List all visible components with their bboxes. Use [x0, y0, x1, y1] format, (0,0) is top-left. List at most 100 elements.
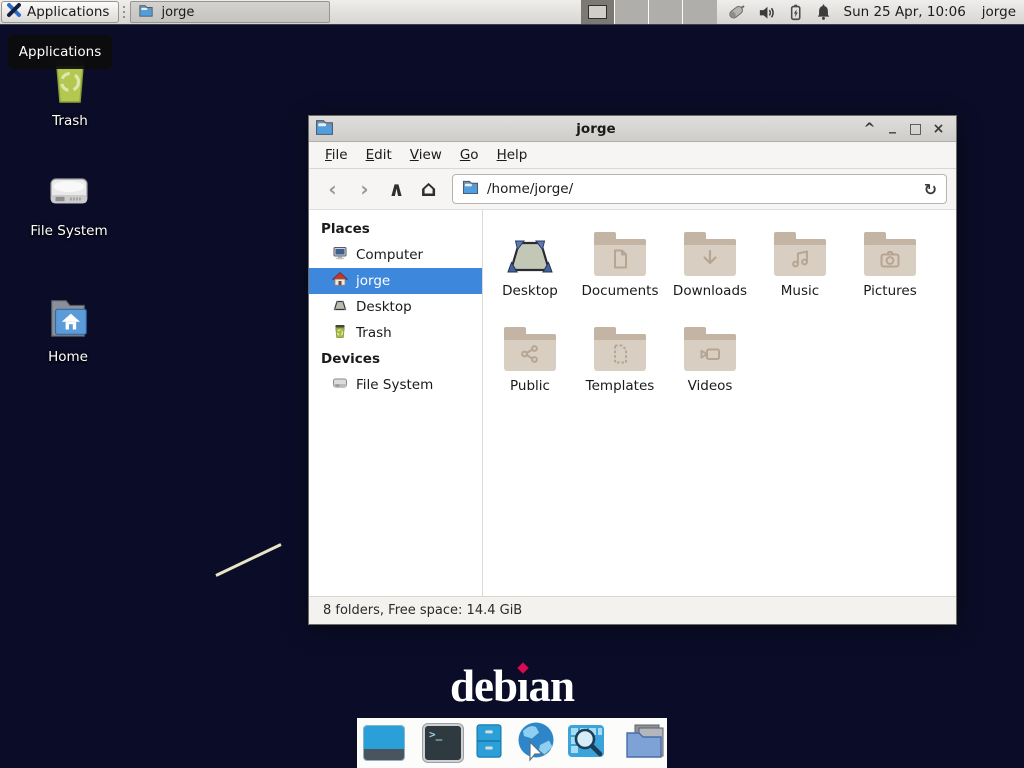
desktop-icon-label: Home	[48, 349, 88, 365]
workspace-switcher	[581, 0, 717, 24]
forward-button[interactable]: ›	[350, 175, 379, 204]
back-button[interactable]: ‹	[318, 175, 347, 204]
places-sidebar: Places Computer	[309, 210, 483, 596]
desktop-icon-label: Trash	[52, 113, 88, 129]
home-icon	[332, 271, 348, 291]
folder-item-public[interactable]: Public	[485, 314, 575, 409]
magnifier-grid-icon	[566, 721, 606, 765]
reload-icon[interactable]: ↻	[924, 180, 937, 199]
workspace-3[interactable]	[649, 0, 683, 24]
sidebar-header-devices: Devices	[309, 346, 482, 372]
folder-item-label: Documents	[582, 283, 659, 299]
computer-icon	[332, 245, 348, 265]
folder-item-videos[interactable]: Videos	[665, 314, 755, 409]
sidebar-item-desktop[interactable]: Desktop	[309, 294, 482, 320]
folder-icon	[684, 239, 736, 276]
workspace-1[interactable]	[581, 0, 615, 24]
close-button[interactable]: ×	[927, 121, 950, 137]
trash-small-icon	[332, 323, 348, 343]
show-desktop-button[interactable]	[363, 723, 405, 763]
folder-item-label: Downloads	[673, 283, 747, 299]
menu-help[interactable]: Help	[488, 144, 537, 166]
window-title: jorge	[334, 121, 858, 137]
folder-icon	[594, 334, 646, 371]
notification-bell-icon[interactable]	[815, 3, 832, 21]
folder-item-desktop[interactable]: Desktop	[485, 219, 575, 314]
taskbar-window-button[interactable]: jorge	[130, 1, 330, 23]
terminal-launcher[interactable]: >_	[423, 723, 463, 763]
path-text: /home/jorge/	[487, 181, 916, 197]
debian-logo-text: deb	[450, 661, 517, 711]
file-view[interactable]: Desktop Documents	[483, 210, 956, 596]
maximize-button[interactable]: □	[904, 121, 927, 137]
folder-icon	[774, 239, 826, 276]
applications-menu-button[interactable]: Applications	[1, 1, 119, 23]
path-bar[interactable]: /home/jorge/ ↻	[452, 174, 947, 204]
folder-item-downloads[interactable]: Downloads	[665, 219, 755, 314]
window-titlebar[interactable]: jorge ^ _ □ ×	[309, 116, 956, 142]
applications-tooltip: Applications	[8, 35, 112, 69]
desktop-pad-icon	[332, 297, 348, 317]
workspace-window-preview	[588, 5, 607, 19]
app-finder-launcher[interactable]	[566, 723, 606, 763]
folder-item-label: Pictures	[863, 283, 916, 299]
workspace-4[interactable]	[683, 0, 716, 24]
up-button[interactable]: ∧	[382, 175, 411, 204]
window-folder-icon	[138, 3, 154, 22]
panel-user-label[interactable]: jorge	[982, 4, 1016, 20]
folder-item-label: Desktop	[502, 283, 558, 299]
panel-clock[interactable]: Sun 25 Apr, 10:06	[844, 4, 966, 20]
folder-item-templates[interactable]: Templates	[575, 314, 665, 409]
path-folder-icon	[462, 179, 479, 199]
battery-icon[interactable]	[787, 3, 804, 22]
folder-icon	[594, 239, 646, 276]
volume-icon[interactable]	[757, 3, 776, 22]
top-panel: Applications jorge	[0, 0, 1024, 25]
menu-go[interactable]: Go	[451, 144, 488, 166]
folders-icon	[623, 721, 667, 765]
web-browser-launcher[interactable]	[515, 723, 557, 763]
desktop-pad-icon	[502, 226, 558, 278]
menu-file[interactable]: File	[316, 144, 357, 166]
panel-drag-handle[interactable]	[120, 3, 127, 21]
sidebar-item-label: Trash	[356, 325, 392, 341]
sidebar-item-file-system[interactable]: File System	[309, 372, 482, 398]
shade-button[interactable]: ^	[858, 121, 881, 137]
desktop-icon-label: File System	[30, 223, 107, 239]
sidebar-item-jorge[interactable]: jorge	[309, 268, 482, 294]
show-desktop-icon	[363, 725, 405, 761]
folder-item-label: Templates	[586, 378, 655, 394]
menu-edit[interactable]: Edit	[357, 144, 401, 166]
menu-view[interactable]: View	[401, 144, 451, 166]
menu-bar: File Edit View Go Help	[309, 142, 956, 169]
file-manager-window: jorge ^ _ □ × File Edit View Go Help ‹ ›…	[308, 115, 957, 625]
file-cabinet-icon	[472, 720, 506, 766]
folder-item-music[interactable]: Music	[755, 219, 845, 314]
mouse-icon[interactable]	[726, 2, 746, 22]
folder-item-documents[interactable]: Documents	[575, 219, 665, 314]
folder-icon	[504, 334, 556, 371]
drive-small-icon	[332, 375, 348, 395]
toolbar: ‹ › ∧ ⌂ /home/jorge/ ↻	[309, 169, 956, 210]
file-manager-launcher[interactable]	[472, 723, 506, 763]
folder-icon	[684, 334, 736, 371]
sidebar-item-trash[interactable]: Trash	[309, 320, 482, 346]
sidebar-item-label: Computer	[356, 247, 423, 263]
applications-menu-label: Applications	[27, 4, 109, 20]
minimize-button[interactable]: _	[881, 118, 904, 134]
terminal-icon: >_	[423, 724, 463, 762]
globe-icon	[515, 720, 557, 766]
folder-item-label: Public	[510, 378, 550, 394]
desktop-icon-file-system[interactable]: File System	[23, 167, 115, 239]
stray-line-artifact	[215, 543, 281, 577]
directory-menu-button[interactable]	[624, 723, 666, 763]
folder-item-pictures[interactable]: Pictures	[845, 219, 935, 314]
sidebar-item-computer[interactable]: Computer	[309, 242, 482, 268]
home-button[interactable]: ⌂	[414, 175, 443, 204]
xfce-menu-icon	[6, 2, 22, 22]
desktop-icon-home[interactable]: Home	[22, 293, 114, 365]
folder-item-label: Videos	[688, 378, 733, 394]
workspace-2[interactable]	[615, 0, 649, 24]
sidebar-item-label: Desktop	[356, 299, 412, 315]
system-tray	[726, 0, 832, 24]
